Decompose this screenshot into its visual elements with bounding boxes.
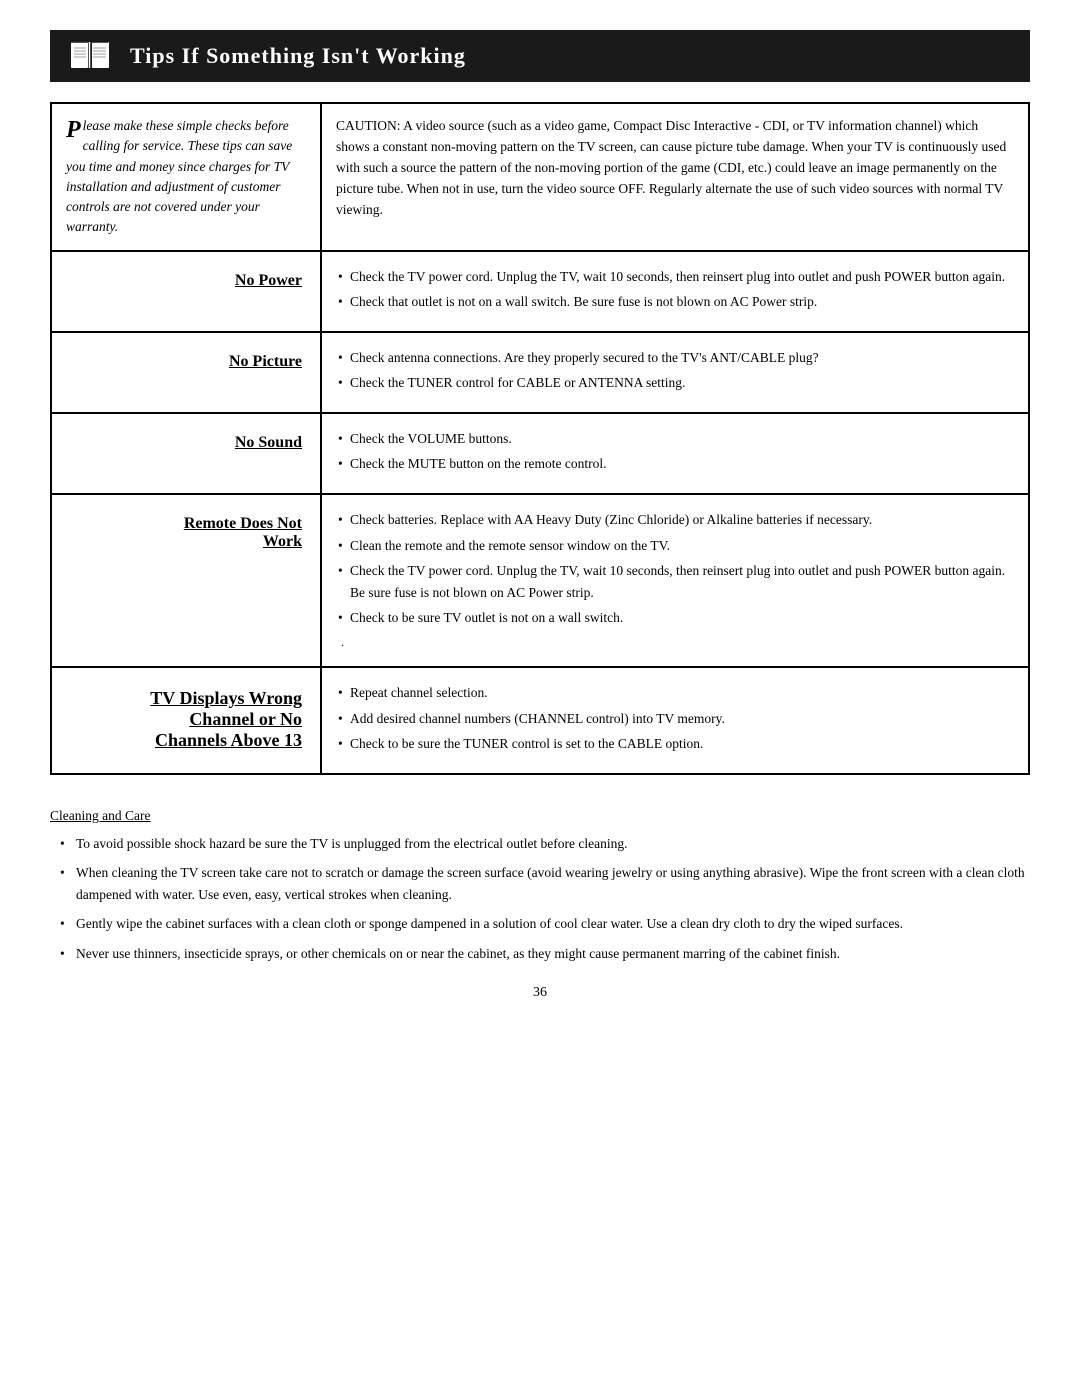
list-item: Check batteries. Replace with AA Heavy D… xyxy=(338,509,1012,531)
tv-channel-list: Repeat channel selection. Add desired ch… xyxy=(338,682,1012,755)
list-item: Check the TUNER control for CABLE or ANT… xyxy=(338,372,1012,394)
main-content-table: Please make these simple checks before c… xyxy=(50,102,1030,775)
drop-cap: P xyxy=(66,118,81,142)
no-picture-row: No Picture Check antenna connections. Ar… xyxy=(51,332,1029,413)
no-picture-label-cell: No Picture xyxy=(51,332,321,413)
list-item: Check to be sure TV outlet is not on a w… xyxy=(338,607,1012,629)
no-power-label: No Power xyxy=(235,272,302,289)
list-item: Check the MUTE button on the remote cont… xyxy=(338,453,1012,475)
caution-text: CAUTION: A video source (such as a video… xyxy=(336,118,1006,217)
tv-channel-bullets-cell: Repeat channel selection. Add desired ch… xyxy=(321,667,1029,774)
remote-list: Check batteries. Replace with AA Heavy D… xyxy=(338,509,1012,629)
list-item: Add desired channel numbers (CHANNEL con… xyxy=(338,708,1012,730)
page-number: 36 xyxy=(50,985,1030,1001)
list-item: Check the TV power cord. Unplug the TV, … xyxy=(338,266,1012,288)
remote-label: Remote Does Not Work xyxy=(184,515,302,551)
no-sound-label-cell: No Sound xyxy=(51,413,321,494)
list-item: Check to be sure the TUNER control is se… xyxy=(338,733,1012,755)
remote-label-cell: Remote Does Not Work xyxy=(51,494,321,667)
list-item: Check the TV power cord. Unplug the TV, … xyxy=(338,560,1012,603)
no-power-list: Check the TV power cord. Unplug the TV, … xyxy=(338,266,1012,313)
no-sound-list: Check the VOLUME buttons. Check the MUTE… xyxy=(338,428,1012,475)
no-sound-label: No Sound xyxy=(235,434,302,451)
no-picture-label: No Picture xyxy=(229,353,302,370)
no-power-row: No Power Check the TV power cord. Unplug… xyxy=(51,251,1029,332)
list-item: Check antenna connections. Are they prop… xyxy=(338,347,1012,369)
no-power-bullets-cell: Check the TV power cord. Unplug the TV, … xyxy=(321,251,1029,332)
intro-text: Please make these simple checks before c… xyxy=(66,116,306,238)
no-picture-list: Check antenna connections. Are they prop… xyxy=(338,347,1012,394)
cleaning-list: To avoid possible shock hazard be sure t… xyxy=(60,833,1030,965)
no-sound-row: No Sound Check the VOLUME buttons. Check… xyxy=(51,413,1029,494)
no-sound-bullets-cell: Check the VOLUME buttons. Check the MUTE… xyxy=(321,413,1029,494)
intro-cell: Please make these simple checks before c… xyxy=(51,103,321,251)
list-item: Never use thinners, insecticide sprays, … xyxy=(60,943,1030,965)
intro-row: Please make these simple checks before c… xyxy=(51,103,1029,251)
list-item: Gently wipe the cabinet surfaces with a … xyxy=(60,913,1030,935)
caution-cell: CAUTION: A video source (such as a video… xyxy=(321,103,1029,251)
list-item: When cleaning the TV screen take care no… xyxy=(60,862,1030,905)
tv-channel-row: TV Displays Wrong Channel or No Channels… xyxy=(51,667,1029,774)
list-item: Check the VOLUME buttons. xyxy=(338,428,1012,450)
remote-row: Remote Does Not Work Check batteries. Re… xyxy=(51,494,1029,667)
remote-bullets-cell: Check batteries. Replace with AA Heavy D… xyxy=(321,494,1029,667)
list-item: Repeat channel selection. xyxy=(338,682,1012,704)
tv-channel-label-cell: TV Displays Wrong Channel or No Channels… xyxy=(51,667,321,774)
no-picture-bullets-cell: Check antenna connections. Are they prop… xyxy=(321,332,1029,413)
list-item: To avoid possible shock hazard be sure t… xyxy=(60,833,1030,855)
no-power-label-cell: No Power xyxy=(51,251,321,332)
list-item: Clean the remote and the remote sensor w… xyxy=(338,535,1012,557)
page-title: Tips If Something Isn't Working xyxy=(130,43,466,69)
book-icon xyxy=(70,40,110,72)
list-item: Check that outlet is not on a wall switc… xyxy=(338,291,1012,313)
cleaning-section: Cleaning and Care To avoid possible shoc… xyxy=(50,805,1030,965)
page-header: Tips If Something Isn't Working xyxy=(50,30,1030,82)
cleaning-title: Cleaning and Care xyxy=(50,805,1030,827)
tv-channel-label: TV Displays Wrong Channel or No Channels… xyxy=(150,688,302,751)
